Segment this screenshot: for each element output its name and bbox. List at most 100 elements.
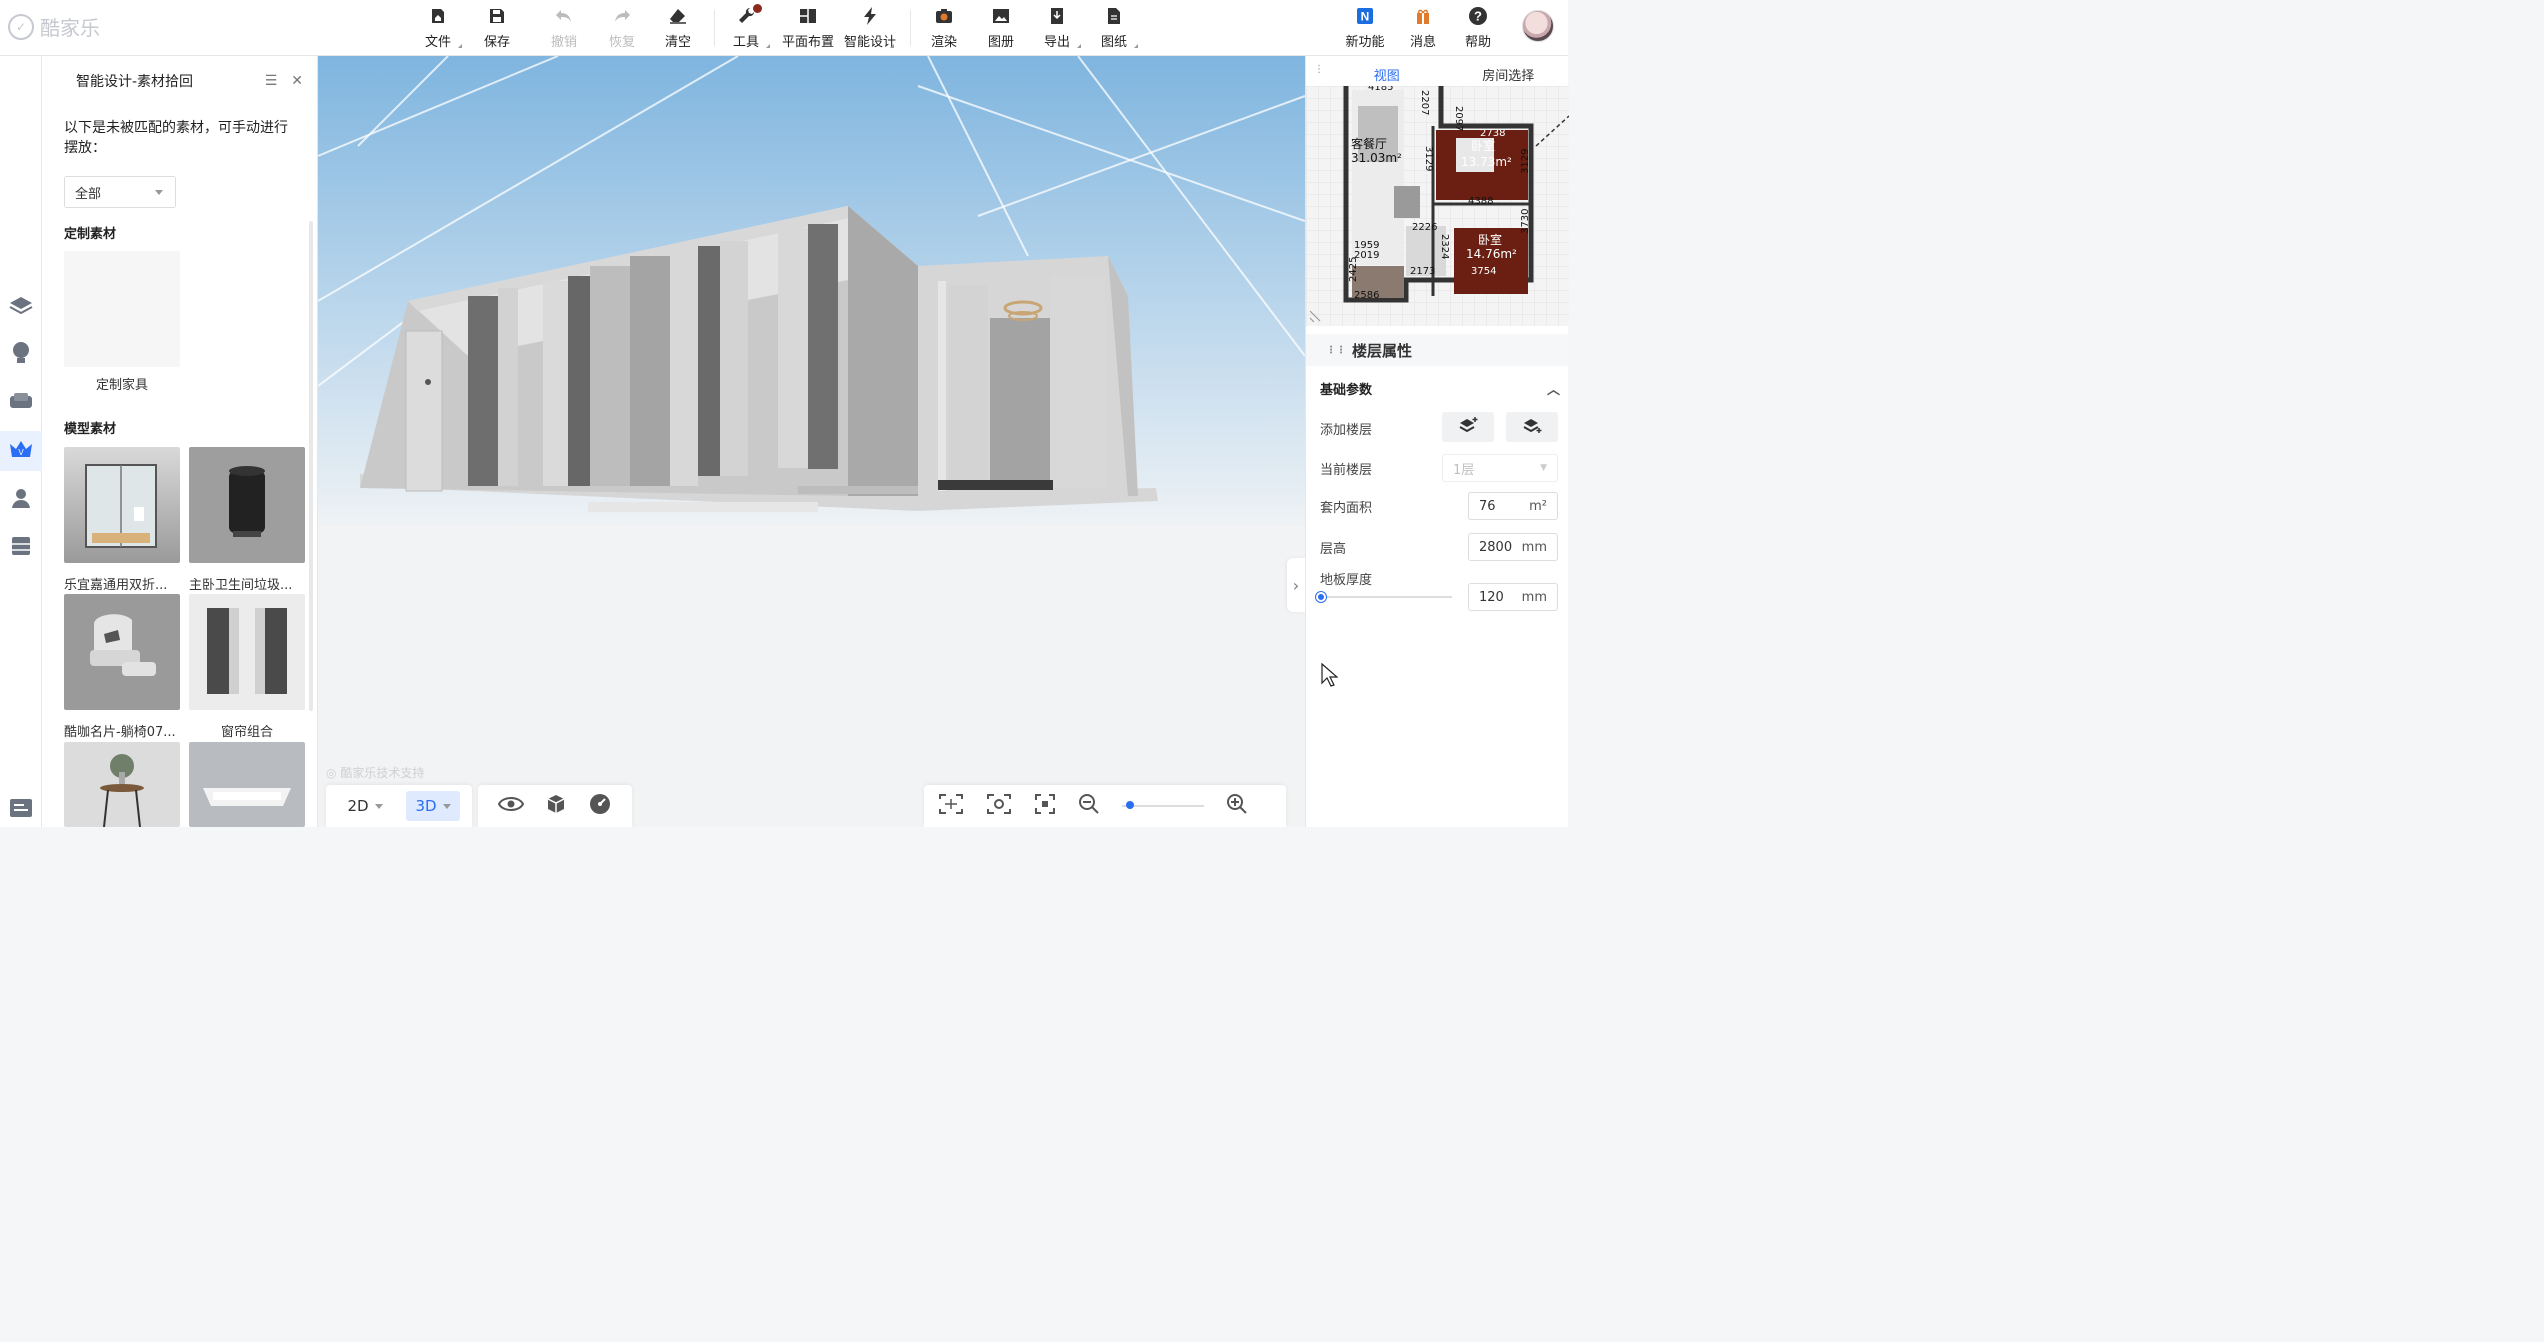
save-button[interactable]: 保存 [467, 6, 527, 50]
zoom-slider-knob[interactable] [1126, 801, 1134, 809]
svg-text:V: V [18, 448, 24, 457]
messages-button[interactable]: 消息 [1393, 6, 1453, 50]
svg-text:?: ? [1474, 9, 1482, 24]
rail-personal[interactable] [0, 480, 42, 520]
smart-design-button[interactable]: 智能设计 [840, 6, 900, 50]
expand-right-panel-button[interactable]: › [1287, 558, 1305, 612]
layer-add-down-icon [1522, 416, 1542, 438]
zoom-in-icon[interactable] [1226, 793, 1248, 819]
messages-label: 消息 [1409, 35, 1436, 50]
lightning-icon [860, 6, 880, 26]
room-area-living: 31.03m² [1351, 151, 1402, 165]
document-icon [1104, 6, 1124, 26]
cube-icon[interactable] [545, 793, 567, 819]
room-area-bedroom-2: 14.76m² [1466, 247, 1517, 261]
3d-scene[interactable] [318, 56, 1305, 827]
floor-height-input[interactable]: 2800 mm [1468, 533, 1558, 561]
export-button[interactable]: 导出 [1027, 6, 1087, 50]
mode-3d-button[interactable]: 3D [406, 791, 460, 821]
zoom-out-icon[interactable] [1078, 793, 1100, 819]
chevron-down-icon [374, 803, 383, 809]
view-tabs: 视图 房间选择 [1326, 60, 1569, 88]
category-filter-select[interactable]: 全部 [64, 176, 176, 208]
app-logo[interactable]: ✓ 酷家乐 [8, 12, 100, 41]
floorplan-minimap[interactable]: 客餐厅 31.03m² 卧室 13.73m² 卧室 14.76m² 4185 2… [1306, 86, 1569, 326]
model-card[interactable] [64, 447, 180, 563]
inner-area-input[interactable]: 76 m² [1468, 492, 1558, 520]
add-floor-below-button[interactable] [1506, 412, 1558, 442]
slab-thickness-slider-knob[interactable] [1316, 592, 1326, 602]
current-floor-select[interactable]: 1层 ▼ [1442, 454, 1558, 482]
basic-params-section[interactable]: 基础参数 ︿ [1320, 372, 1560, 404]
slab-thickness-slider[interactable] [1320, 596, 1452, 598]
drag-handle-icon[interactable]: ⋮⋮ [1326, 345, 1346, 356]
render-button[interactable]: 渲染 [914, 6, 974, 50]
left-icon-rail: V [0, 56, 42, 827]
floor-layout-button[interactable]: 平面布置 [778, 6, 838, 50]
slab-thickness-input[interactable]: 120 mm [1468, 583, 1558, 611]
panel-scrollbar[interactable] [309, 221, 313, 711]
tools-label: 工具 [732, 35, 759, 50]
tab-view[interactable]: 视图 [1326, 60, 1448, 88]
room-name-living: 客餐厅 [1351, 136, 1387, 151]
svg-text:2324: 2324 [1439, 234, 1450, 259]
model-card[interactable] [64, 594, 180, 710]
camera-zoom-controls [924, 785, 1286, 827]
tab-room-select[interactable]: 房间选择 [1448, 60, 1570, 88]
panel-description: 以下是未被匹配的素材，可手动进行摆放： [64, 120, 288, 156]
rail-smart-material[interactable]: V [0, 431, 42, 471]
add-floor-above-button[interactable] [1442, 412, 1494, 442]
eye-icon[interactable] [498, 795, 525, 817]
trash-can-thumbnail [189, 447, 305, 563]
undo-button[interactable]: 撤销 [534, 6, 594, 50]
zoom-slider[interactable] [1122, 801, 1204, 811]
help-label: 帮助 [1464, 35, 1491, 50]
fullscreen-icon[interactable] [1034, 793, 1056, 819]
rail-hard-decoration[interactable] [0, 288, 42, 328]
user-avatar[interactable] [1522, 10, 1554, 42]
rail-furniture[interactable] [0, 383, 42, 423]
model-card[interactable] [64, 742, 180, 827]
speedometer-icon[interactable] [588, 792, 612, 820]
user-icon [9, 486, 33, 514]
rail-cabinet[interactable] [0, 528, 42, 568]
floor-height-label: 层高 [1320, 541, 1347, 557]
close-icon[interactable]: ✕ [291, 73, 303, 89]
fit-view-icon[interactable] [938, 793, 964, 819]
basic-params-title: 基础参数 [1320, 382, 1373, 398]
chevron-up-icon: ︿ [1546, 382, 1560, 398]
new-features-button[interactable]: N 新功能 [1335, 6, 1395, 50]
clear-button[interactable]: 清空 [648, 6, 708, 50]
curtain-thumbnail [189, 594, 305, 710]
room-area-bedroom-1: 13.73m² [1461, 155, 1512, 169]
redo-button[interactable]: 恢复 [592, 6, 652, 50]
svg-text:2097: 2097 [1453, 106, 1464, 131]
drawings-button[interactable]: 图纸 [1084, 6, 1144, 50]
camera-icon [934, 6, 954, 26]
rail-lighting[interactable] [0, 335, 42, 375]
svg-text:4388: 4388 [1468, 196, 1493, 207]
model-card[interactable] [189, 742, 305, 827]
camera-settings-icon[interactable] [986, 793, 1012, 819]
new-features-label: 新功能 [1345, 35, 1385, 50]
svg-text:N: N [1361, 10, 1370, 24]
model-card[interactable] [189, 594, 305, 710]
mode-2d-button[interactable]: 2D [338, 791, 392, 821]
3d-viewport[interactable]: ◎ 酷家乐技术支持 2D 3D › [318, 56, 1305, 827]
custom-furniture-card[interactable] [64, 251, 180, 367]
model-card[interactable] [189, 447, 305, 563]
chevron-down-icon [155, 190, 163, 195]
lightbulb-icon [10, 340, 32, 370]
view-tools [478, 785, 632, 827]
ceiling-light-thumbnail [189, 742, 305, 827]
album-button[interactable]: 图册 [971, 6, 1031, 50]
file-button[interactable]: 文件 [408, 6, 468, 50]
collapse-list-icon[interactable]: ☰ [265, 73, 278, 89]
help-button[interactable]: ? 帮助 [1448, 6, 1508, 50]
clear-label: 清空 [664, 35, 691, 50]
save-icon [487, 6, 507, 26]
render-label: 渲染 [930, 35, 957, 50]
tools-button[interactable]: 工具 [716, 4, 776, 50]
rail-layers[interactable] [0, 790, 42, 830]
panel-header: 智能设计-素材拾回 ☰ ✕ [42, 56, 317, 106]
